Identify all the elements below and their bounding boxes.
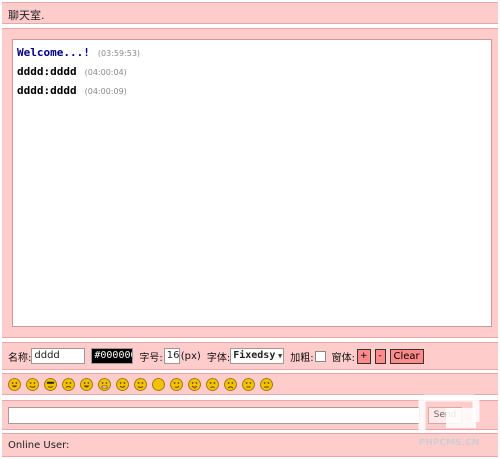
chat-message: dddd:dddd (04:00:09) <box>17 84 487 103</box>
size-unit: (px) <box>180 350 201 362</box>
input-bar: Send <box>2 400 498 430</box>
message-text: Welcome...! <box>17 46 90 59</box>
window-shrink-button[interactable]: - <box>374 348 386 364</box>
name-input[interactable]: dddd <box>31 348 86 364</box>
message-time: (04:00:09) <box>84 87 127 96</box>
angry-emoticon-icon[interactable] <box>62 377 75 391</box>
message-time: (03:59:53) <box>97 49 141 58</box>
send-button[interactable]: Send <box>428 406 462 424</box>
chat-messages-area[interactable]: Welcome...! (03:59:53) dddd:dddd (04:00:04)… <box>12 39 492 327</box>
smirk-emoticon-icon[interactable] <box>170 377 183 391</box>
controls-bar: 名称: dddd #000000 字号: 16 (px) 字体: Fixedsy… <box>2 342 498 370</box>
chat-message: dddd:dddd (04:00:04) <box>17 65 487 84</box>
chat-title: 聊天室. <box>8 9 45 22</box>
font-select-value: Fixedsy <box>233 350 276 361</box>
online-users-bar: Online User: <box>2 433 498 457</box>
message-text: dddd:dddd <box>17 65 77 78</box>
cross-emoticon-icon[interactable] <box>242 377 255 391</box>
size-input[interactable]: 16 <box>163 348 180 364</box>
message-text: dddd:dddd <box>17 84 77 97</box>
smile-emoticon-icon[interactable] <box>116 377 129 391</box>
window-grow-button[interactable]: + <box>356 348 371 364</box>
font-select[interactable]: Fixedsy ▼ <box>230 348 285 364</box>
bold-checkbox[interactable] <box>314 350 326 362</box>
bold-label: 加粗: <box>290 352 314 364</box>
title-bar: 聊天室. <box>2 2 498 24</box>
laugh-emoticon-icon[interactable] <box>80 377 93 391</box>
message-input[interactable] <box>8 406 420 424</box>
color-input[interactable]: #000000 <box>91 348 134 364</box>
tongue-emoticon-icon[interactable] <box>188 377 201 391</box>
grimace-emoticon-icon[interactable] <box>98 377 111 391</box>
frown-emoticon-icon[interactable] <box>224 377 237 391</box>
chevron-down-icon: ▼ <box>277 352 283 360</box>
neutral-emoticon-icon[interactable] <box>152 377 165 391</box>
chat-message: Welcome...! (03:59:53) <box>17 46 487 65</box>
emoticon-bar <box>2 373 498 395</box>
message-time: (04:00:04) <box>84 68 127 77</box>
cool-emoticon-icon[interactable] <box>44 377 57 391</box>
online-users-label: Online User: <box>8 440 70 451</box>
size-label: 字号: <box>139 352 163 364</box>
clear-button[interactable]: Clear <box>389 348 424 364</box>
wink-emoticon-icon[interactable] <box>134 377 147 391</box>
flat-emoticon-icon[interactable] <box>260 377 273 391</box>
squint-emoticon-icon[interactable] <box>26 377 39 391</box>
window-label: 窗体: <box>331 352 355 364</box>
chat-panel: Welcome...! (03:59:53) dddd:dddd (04:00:04)… <box>2 28 498 338</box>
name-label: 名称: <box>8 352 32 364</box>
font-label: 字体: <box>206 352 231 364</box>
grin-emoticon-icon[interactable] <box>8 377 21 391</box>
worried-emoticon-icon[interactable] <box>206 377 219 391</box>
